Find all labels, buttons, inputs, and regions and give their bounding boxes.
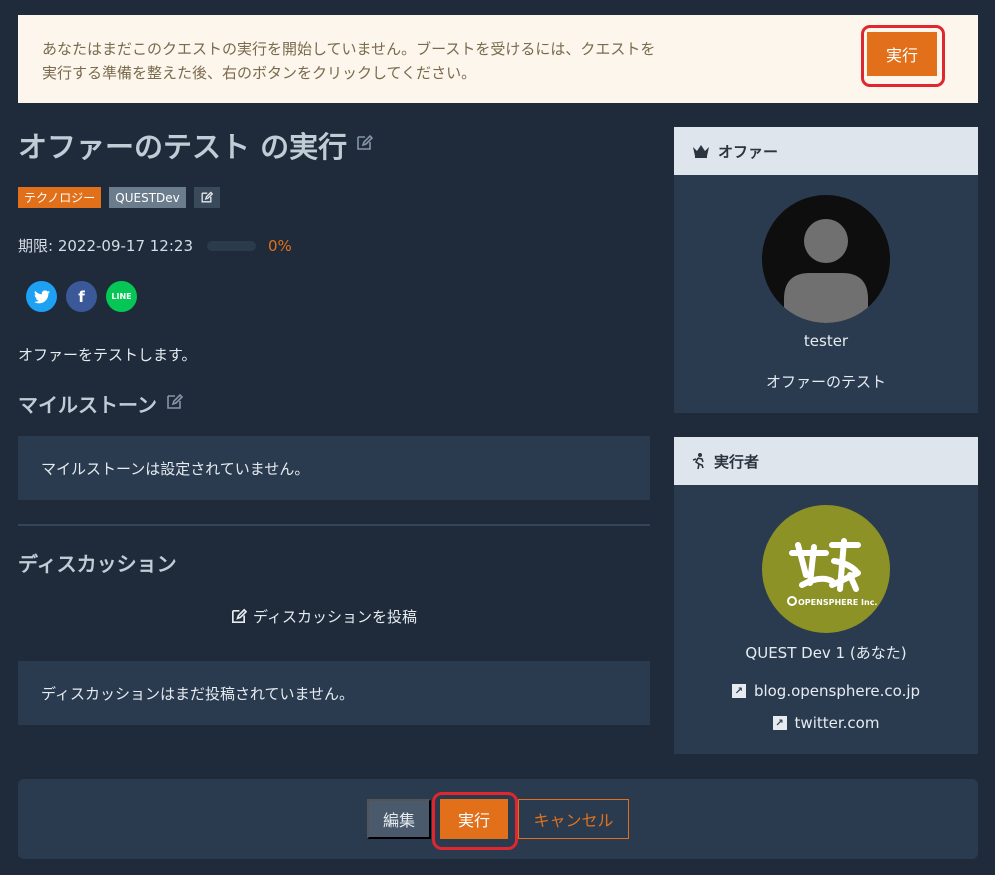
opensphere-logo: OPENSPHERE Inc. — [762, 505, 890, 633]
external-link-icon: ↗ — [772, 716, 787, 730]
quest-description: オファーをテストします。 — [18, 346, 197, 364]
avatar — [762, 195, 890, 323]
divider — [18, 524, 650, 526]
deadline-text: 期限: 2022-09-17 12:23 — [18, 237, 193, 255]
share-buttons: f LINE — [26, 281, 137, 312]
offer-card: オファー tester オファーのテスト — [674, 127, 978, 413]
facebook-icon[interactable]: f — [66, 281, 97, 312]
discussion-empty-panel: ディスカッションはまだ投稿されていません。 — [18, 661, 650, 725]
post-discussion-link[interactable]: ディスカッションを投稿 — [230, 606, 417, 627]
edit-icon[interactable] — [355, 134, 374, 156]
logo-text: OPENSPHERE Inc. — [798, 598, 877, 607]
discussion-heading: ディスカッション — [18, 552, 177, 576]
offer-user-name[interactable]: tester — [674, 332, 978, 350]
doer-card-header: 実行者 — [674, 437, 978, 485]
progress-bar — [207, 240, 256, 251]
edit-tags-icon[interactable] — [193, 187, 220, 208]
twitter-icon[interactable] — [26, 281, 57, 312]
line-icon[interactable]: LINE — [106, 281, 137, 312]
doer-link-twitter[interactable]: ↗ twitter.com — [674, 714, 978, 732]
page-title: オファーのテスト の実行 — [18, 124, 374, 166]
runner-icon — [692, 453, 704, 469]
progress-percent: 0% — [268, 236, 292, 255]
start-notice: あなたはまだこのクエストの実行を開始していません。ブーストを受けるには、クエスト… — [18, 15, 978, 103]
tag-technology[interactable]: テクノロジー — [18, 187, 102, 208]
offer-title[interactable]: オファーのテスト — [674, 371, 978, 392]
external-link-icon: ↗ — [731, 684, 746, 698]
cancel-button[interactable]: キャンセル — [518, 799, 629, 839]
doer-user-name[interactable]: QUEST Dev 1 (あなた) — [674, 642, 978, 663]
tag-list: テクノロジー QUESTDev — [18, 187, 220, 208]
notice-execute-button[interactable]: 実行 — [867, 32, 937, 76]
compose-icon — [231, 608, 247, 624]
notice-text: あなたはまだこのクエストの実行を開始していません。ブーストを受けるには、クエスト… — [42, 40, 656, 82]
crown-icon — [693, 145, 709, 158]
milestone-empty-panel: マイルストーンは設定されていません。 — [18, 436, 650, 500]
doer-card: 実行者 OPENSPHERE Inc. QUEST Dev 1 (あなた) ↗ … — [674, 437, 978, 754]
edit-button[interactable]: 編集 — [367, 799, 431, 839]
milestone-heading: マイルストーン — [18, 389, 184, 418]
doer-link-blog[interactable]: ↗ blog.opensphere.co.jp — [674, 682, 978, 700]
action-footer: 編集 実行 キャンセル — [18, 779, 978, 859]
deadline-row: 期限: 2022-09-17 12:23 0% — [18, 235, 292, 256]
edit-milestone-icon[interactable] — [165, 393, 184, 415]
offer-card-header: オファー — [674, 127, 978, 175]
execute-button[interactable]: 実行 — [440, 799, 508, 839]
tag-questdev[interactable]: QUESTDev — [109, 187, 186, 208]
